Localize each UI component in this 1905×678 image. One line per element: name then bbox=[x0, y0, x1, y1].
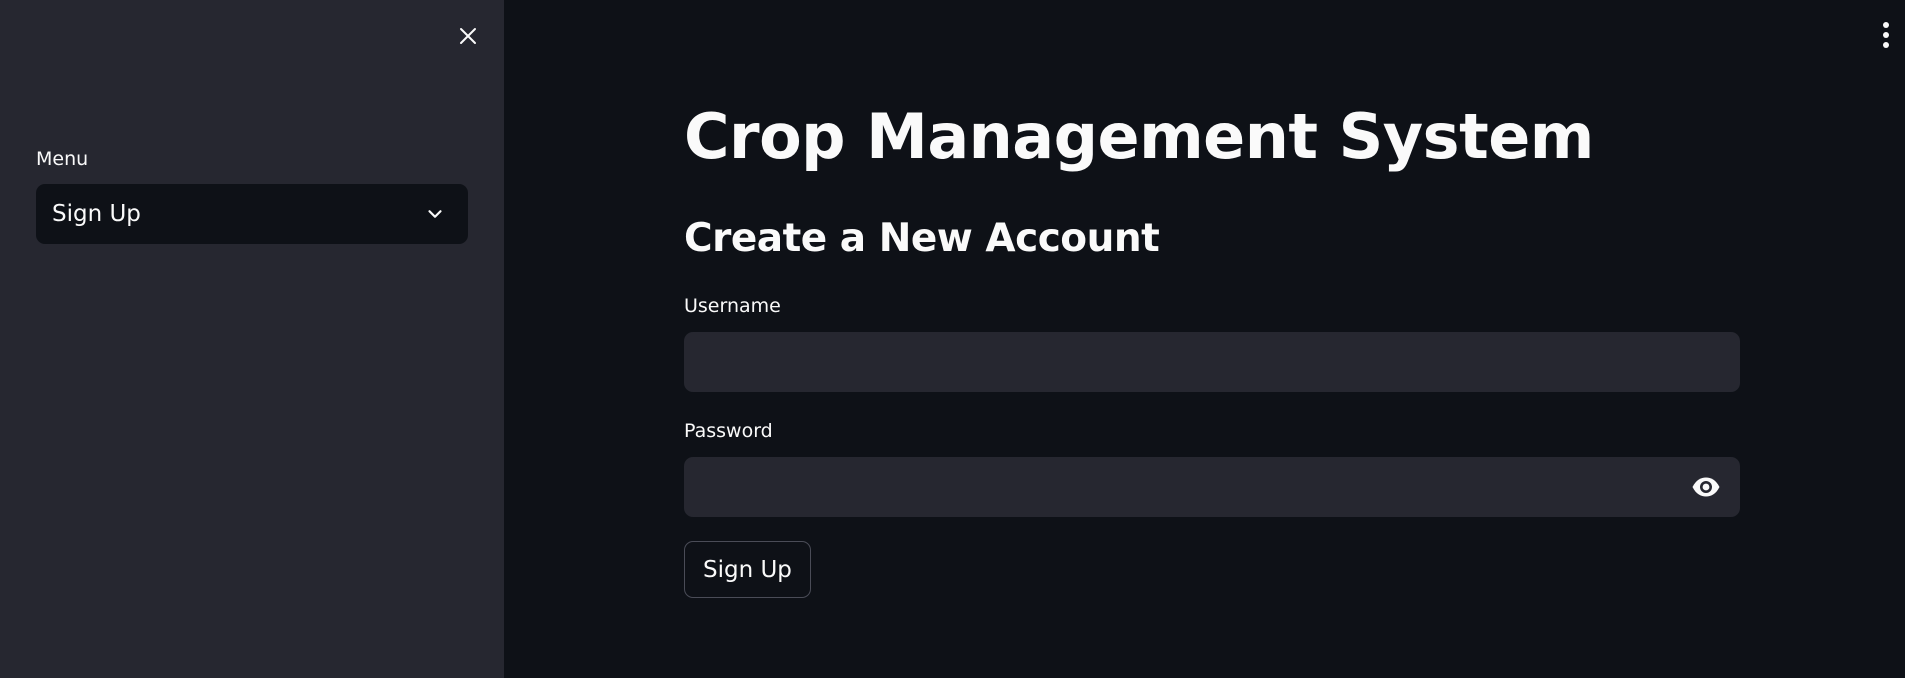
app: Menu Sign Up Crop Management System Crea… bbox=[0, 0, 1905, 678]
show-password-toggle[interactable] bbox=[1690, 472, 1722, 502]
password-field bbox=[684, 457, 1740, 517]
sign-up-button[interactable]: Sign Up bbox=[684, 541, 811, 598]
close-icon bbox=[460, 28, 476, 44]
chevron-down-icon bbox=[428, 210, 442, 218]
password-label: Password bbox=[684, 420, 773, 442]
password-input[interactable] bbox=[684, 457, 1740, 517]
username-input[interactable] bbox=[684, 332, 1740, 392]
more-vertical-icon-dot bbox=[1883, 22, 1889, 28]
username-label: Username bbox=[684, 295, 781, 317]
close-sidebar-button[interactable] bbox=[452, 20, 484, 52]
menu-select[interactable]: Sign Up bbox=[36, 184, 468, 244]
more-menu-button[interactable] bbox=[1874, 20, 1898, 50]
section-title: Create a New Account bbox=[684, 216, 1160, 261]
sidebar: Menu Sign Up bbox=[0, 0, 504, 678]
more-vertical-icon-dot bbox=[1883, 42, 1889, 48]
more-vertical-icon-dot bbox=[1883, 32, 1889, 38]
eye-icon bbox=[1692, 477, 1720, 497]
page-title: Crop Management System bbox=[684, 100, 1594, 173]
menu-select-value: Sign Up bbox=[52, 201, 141, 227]
menu-label: Menu bbox=[36, 148, 89, 170]
